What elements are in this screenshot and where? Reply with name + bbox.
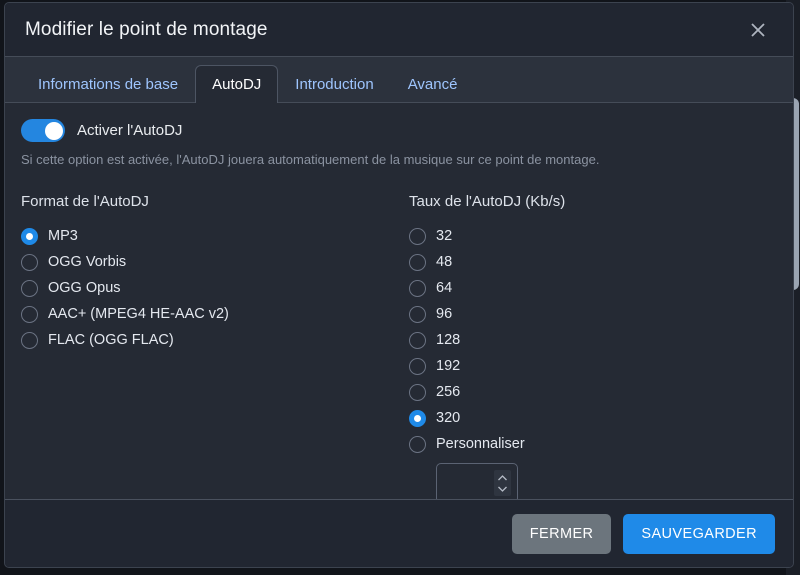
radio-button[interactable] (409, 279, 426, 297)
radio-button[interactable] (409, 435, 426, 453)
enable-autodj-label: Activer l'AutoDJ (77, 122, 183, 139)
save-button[interactable]: SAUVEGARDER (623, 513, 775, 554)
radio-label: OGG Opus (48, 280, 121, 296)
tab-introduction[interactable]: Introduction (278, 65, 390, 103)
tab-avance[interactable]: Avancé (391, 65, 475, 103)
radio-button[interactable] (409, 331, 426, 349)
radio-button[interactable] (409, 305, 426, 323)
radio-label: 32 (436, 228, 453, 244)
radio-format-flac[interactable]: FLAC (OGG FLAC) (21, 327, 409, 353)
radio-label: Personnaliser (436, 436, 525, 452)
radio-button[interactable] (21, 227, 38, 245)
radio-label: OGG Vorbis (48, 254, 127, 270)
autodj-help-text: Si cette option est activée, l'AutoDJ jo… (21, 152, 600, 167)
radio-label: AAC+ (MPEG4 HE-AAC v2) (48, 306, 229, 322)
tab-informations-de-base[interactable]: Informations de base (21, 65, 195, 103)
radio-bitrate-64[interactable]: 64 (409, 275, 777, 301)
close-icon (748, 20, 768, 40)
radio-button[interactable] (21, 305, 38, 323)
bitrate-column: Taux de l'AutoDJ (Kb/s) 32 48 64 96 128 … (409, 193, 777, 499)
radio-label: MP3 (48, 228, 78, 244)
close-button[interactable] (741, 13, 775, 47)
radio-label: 320 (436, 410, 461, 426)
radio-bitrate-32[interactable]: 32 (409, 223, 777, 249)
radio-label: 96 (436, 306, 453, 322)
radio-button[interactable] (409, 409, 426, 427)
radio-label: 128 (436, 332, 461, 348)
radio-button[interactable] (409, 227, 426, 245)
dialog-body: Activer l'AutoDJ Si cette option est act… (5, 103, 793, 499)
format-group-label: Format de l'AutoDJ (21, 193, 149, 210)
radio-label: FLAC (OGG FLAC) (48, 332, 174, 348)
radio-bitrate-256[interactable]: 256 (409, 379, 777, 405)
close-dialog-button[interactable]: FERMER (511, 513, 612, 554)
tab-label: Avancé (407, 76, 458, 93)
format-column: Format de l'AutoDJ MP3 OGG Vorbis OGG Op… (21, 193, 409, 499)
tab-autodj[interactable]: AutoDJ (195, 65, 279, 103)
enable-autodj-row: Activer l'AutoDJ (21, 119, 777, 142)
radio-label: 192 (436, 358, 461, 374)
radio-button[interactable] (21, 279, 38, 297)
radio-label: 48 (436, 254, 453, 270)
radio-bitrate-128[interactable]: 128 (409, 327, 777, 353)
radio-bitrate-320[interactable]: 320 (409, 405, 777, 431)
edit-mount-point-dialog: Modifier le point de montage Information… (4, 2, 794, 568)
toggle-knob (44, 121, 63, 140)
radio-button[interactable] (21, 331, 38, 349)
radio-label: 256 (436, 384, 461, 400)
radio-button[interactable] (21, 253, 38, 271)
radio-button[interactable] (409, 383, 426, 401)
enable-autodj-toggle[interactable] (21, 119, 65, 142)
spinner-arrows-icon[interactable] (494, 470, 511, 496)
radio-label: 64 (436, 280, 453, 296)
radio-button[interactable] (409, 357, 426, 375)
radio-button[interactable] (409, 253, 426, 271)
custom-bitrate-wrap (436, 463, 777, 499)
tab-label: Introduction (295, 76, 374, 93)
tab-bar: Informations de base AutoDJ Introduction… (5, 57, 793, 103)
radio-format-mp3[interactable]: MP3 (21, 223, 409, 249)
options-columns: Format de l'AutoDJ MP3 OGG Vorbis OGG Op… (21, 193, 777, 499)
radio-format-aac-plus[interactable]: AAC+ (MPEG4 HE-AAC v2) (21, 301, 409, 327)
radio-format-ogg-opus[interactable]: OGG Opus (21, 275, 409, 301)
dialog-title: Modifier le point de montage (25, 18, 268, 40)
radio-bitrate-custom[interactable]: Personnaliser (409, 431, 777, 457)
tab-label: Informations de base (38, 76, 179, 93)
radio-format-ogg-vorbis[interactable]: OGG Vorbis (21, 249, 409, 275)
tab-label: AutoDJ (212, 76, 262, 93)
radio-bitrate-96[interactable]: 96 (409, 301, 777, 327)
dialog-header: Modifier le point de montage (5, 3, 793, 57)
radio-bitrate-192[interactable]: 192 (409, 353, 777, 379)
radio-bitrate-48[interactable]: 48 (409, 249, 777, 275)
custom-bitrate-input[interactable] (436, 463, 518, 499)
bitrate-group-label: Taux de l'AutoDJ (Kb/s) (409, 193, 566, 210)
dialog-footer: FERMER SAUVEGARDER (5, 499, 793, 567)
